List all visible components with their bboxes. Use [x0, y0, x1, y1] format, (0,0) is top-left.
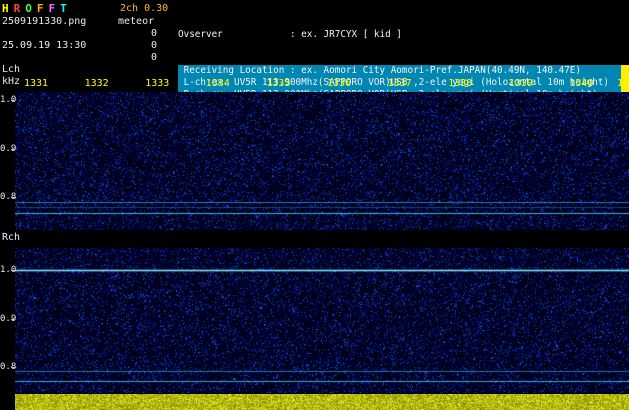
meteor-counter-label: meteor: [118, 16, 154, 27]
time-label: 1340: [569, 78, 593, 89]
observer-line: Ovserver : ex. JR7CYX [ kid ]: [178, 29, 629, 41]
meteor-count-value: 0: [143, 52, 157, 63]
header-endcap-icon: [621, 65, 629, 77]
freq-unit-label: kHz: [2, 76, 20, 87]
tick-mark: [11, 149, 15, 150]
time-label: 1337: [388, 78, 412, 89]
header-config-text: Receiving Location : ex. Aomori City Aom…: [178, 65, 581, 76]
logo-letter: O: [25, 2, 32, 15]
time-edge-label: 16: [617, 78, 629, 89]
logo-letter: F: [37, 2, 44, 15]
datetime-label: 25.09.19 13:30: [2, 40, 86, 51]
lch-label: Lch: [2, 64, 20, 75]
time-label: 1336: [327, 78, 351, 89]
tick-mark: [11, 197, 15, 198]
time-label: 1335: [266, 78, 290, 89]
lch-spectrogram: [15, 92, 629, 230]
filename-label: 2509191330.png: [2, 16, 86, 27]
tick-mark: [11, 367, 15, 368]
time-label: 1334: [206, 78, 230, 89]
time-label: 1338: [448, 78, 472, 89]
logo-letter: T: [60, 2, 67, 15]
time-axis: 1331 1332 1333 1334 1335 1336 1337 1338 1339 1340…: [0, 78, 629, 89]
hrofft-output-screen: HROFFT 2ch 0.30 2509191330.png meteor 0 …: [0, 0, 629, 410]
signal-level-bar: [15, 394, 629, 410]
time-label: 1339: [509, 78, 533, 89]
meteor-count-value: 0: [143, 28, 157, 39]
rch-spectrogram: [15, 248, 629, 393]
logo-letter: H: [2, 2, 9, 15]
rch-label: Rch: [2, 232, 20, 243]
version-label: 2ch 0.30: [120, 3, 168, 14]
tick-mark: [11, 319, 15, 320]
time-label: 1333: [145, 78, 169, 89]
logo-letter: F: [49, 2, 56, 15]
logo-letter: R: [14, 2, 21, 15]
header-config-line: Receiving Location : ex. Aomori City Aom…: [178, 65, 629, 77]
time-label: 1332: [85, 78, 109, 89]
app-logo: HROFFT: [2, 2, 72, 15]
tick-mark: [11, 100, 15, 101]
time-label: 1331: [24, 78, 48, 89]
tick-mark: [11, 270, 15, 271]
meteor-count-value: 0: [143, 40, 157, 51]
